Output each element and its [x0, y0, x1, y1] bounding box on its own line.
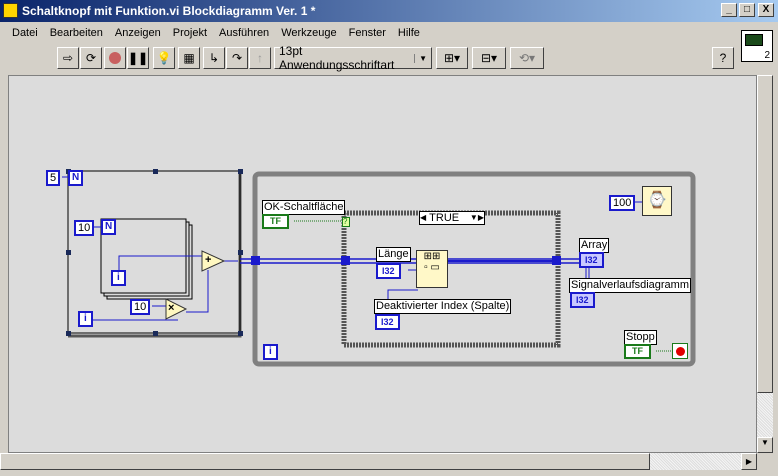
- multiply-symbol: ×: [168, 302, 175, 314]
- inner-count-constant[interactable]: 10: [74, 220, 95, 236]
- array-subset-node-icon[interactable]: ⊞⊞ ▫ ▭: [416, 250, 448, 288]
- add-symbol: +: [205, 254, 212, 266]
- multiply-constant[interactable]: 10: [130, 299, 151, 315]
- ok-button-label: OK-Schaltfläche: [262, 200, 346, 215]
- signalverlaufsdiagramm-indicator[interactable]: I32: [570, 292, 595, 308]
- inner-iteration-terminal: i: [111, 270, 126, 286]
- stopp-label: Stopp: [624, 330, 657, 345]
- outer-count-terminal: N: [68, 170, 84, 186]
- laenge-terminal[interactable]: I32: [376, 263, 401, 279]
- array-label: Array: [579, 238, 610, 253]
- array-indicator[interactable]: I32: [579, 252, 604, 268]
- case-value: TRUE: [429, 212, 460, 224]
- laenge-label: Länge: [376, 247, 411, 262]
- next-case-arrow[interactable]: ▼▶: [470, 212, 484, 224]
- signalverlaufsdiagramm-label: Signalverlaufsdiagramm: [569, 278, 691, 293]
- diagram-wires: [62, 169, 696, 367]
- wait-ms-clock-icon[interactable]: ⌚: [642, 186, 672, 216]
- stop-condition-icon[interactable]: [672, 343, 688, 359]
- inner-count-terminal: N: [101, 219, 117, 235]
- outer-iteration-terminal: i: [78, 311, 93, 327]
- wait-constant[interactable]: 100: [609, 195, 636, 211]
- while-iteration-terminal: i: [263, 344, 278, 360]
- ok-button-terminal[interactable]: TF: [262, 214, 289, 229]
- deaktivierter-index-terminal[interactable]: I32: [375, 314, 400, 330]
- case-selector-terminal: ?: [342, 217, 350, 227]
- case-selector-dropdown[interactable]: ◀ TRUE ▼▶: [419, 211, 485, 225]
- deaktivierter-index-label: Deaktivierter Index (Spalte): [374, 299, 512, 314]
- outer-count-constant[interactable]: 5: [46, 170, 61, 186]
- stopp-terminal[interactable]: TF: [624, 344, 651, 359]
